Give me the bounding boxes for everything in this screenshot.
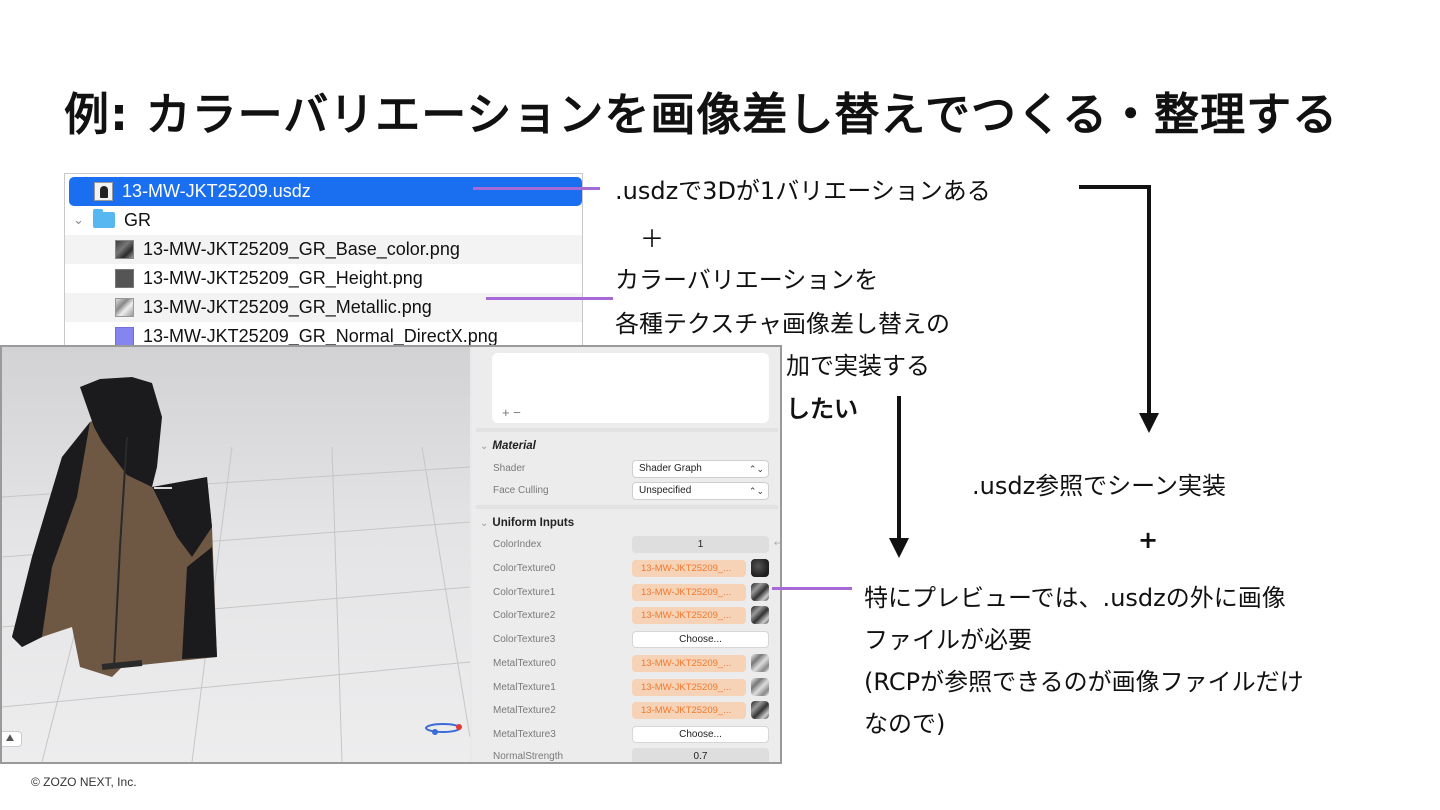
texture-label: ColorTexture3	[493, 634, 556, 645]
annotation-preview-4: なので)	[864, 710, 946, 738]
annotation-preview-2: ファイルが必要	[864, 626, 1032, 654]
file-list: 13-MW-JKT25209.usdz ⌄ GR 13-MW-JKT25209_…	[64, 173, 583, 353]
texture-label: MetalTexture2	[493, 705, 556, 716]
texture-thumbnail[interactable]	[751, 678, 769, 696]
texture-field[interactable]: 13-MW-JKT25209_...	[632, 679, 746, 696]
image-thumbnail-icon	[115, 239, 134, 259]
chevron-down-icon[interactable]: ⌄	[480, 518, 488, 529]
texture-field[interactable]: 13-MW-JKT25209_...	[632, 607, 746, 624]
texture-thumbnail[interactable]	[751, 583, 769, 601]
texture-label: MetalTexture1	[493, 682, 556, 693]
image-thumbnail-icon	[115, 326, 134, 346]
file-row[interactable]: 13-MW-JKT25209_GR_Base_color.png	[65, 235, 582, 264]
texture-thumbnail[interactable]	[751, 701, 769, 719]
annotation-line-b: 各種テクスチャ画像差し替えの	[615, 310, 951, 338]
texture-label: MetalTexture3	[493, 729, 556, 740]
material-title-text: Material	[492, 440, 536, 452]
texture-thumbnail[interactable]	[751, 559, 769, 577]
color-index-field[interactable]: 1	[632, 536, 769, 553]
folder-icon	[93, 209, 115, 229]
arrow-line	[1147, 185, 1151, 415]
chevron-down-icon[interactable]: ⌄	[480, 441, 488, 452]
uniform-inputs-section-title[interactable]: ⌄ Uniform Inputs	[480, 517, 574, 529]
normal-strength-field[interactable]: 0.7	[632, 748, 769, 762]
file-row[interactable]: 13-MW-JKT25209_GR_Height.png	[65, 264, 582, 293]
shader-label: Shader	[493, 463, 526, 474]
choose-button[interactable]: Choose...	[632, 726, 769, 743]
inspector-panel: + − ⌄ Material Shader Shader Graph ⌃⌄ Fac…	[472, 347, 780, 762]
section-divider	[476, 428, 778, 432]
color-index-label: ColorIndex	[493, 539, 542, 550]
material-section-title[interactable]: ⌄ Material	[480, 440, 536, 452]
choose-button[interactable]: Choose...	[632, 631, 769, 648]
section-divider	[476, 505, 778, 509]
rcp-window: ⛰ + − ⌄ Material Shader Shader Graph ⌃⌄ F…	[0, 345, 782, 764]
shader-value: Shader Graph	[639, 463, 702, 474]
folder-name: GR	[124, 209, 151, 230]
chevron-down-icon[interactable]: ⌄	[73, 212, 89, 228]
file-name: 13-MW-JKT25209_GR_Base_color.png	[143, 238, 460, 259]
slide-title: 例: カラーバリエーションを画像差し替えでつくる・整理する	[64, 88, 1339, 141]
annotation-scene: .usdz参照でシーン実装	[972, 472, 1226, 500]
normal-strength-label: NormalStrength	[493, 751, 564, 762]
texture-label: ColorTexture2	[493, 610, 556, 621]
texture-field[interactable]: 13-MW-JKT25209_...	[632, 655, 746, 672]
annotation-plus: +	[1138, 526, 1159, 554]
annotation-preview-1: 特にプレビューでは、.usdzの外に画像	[864, 584, 1286, 612]
usdz-file-icon	[94, 181, 113, 201]
annotation-line-a: カラーバリエーションを	[615, 266, 879, 294]
arrow-down-icon	[1139, 413, 1159, 433]
face-culling-value: Unspecified	[639, 485, 692, 496]
texture-thumbnail[interactable]	[751, 654, 769, 672]
arrow-down-icon	[889, 538, 909, 558]
image-thumbnail-icon	[115, 297, 134, 317]
texture-thumbnail[interactable]	[751, 606, 769, 624]
file-row-usdz[interactable]: 13-MW-JKT25209.usdz	[69, 177, 582, 206]
uniform-inputs-title-text: Uniform Inputs	[492, 517, 575, 529]
texture-label: ColorTexture1	[493, 587, 556, 598]
texture-field[interactable]: 13-MW-JKT25209_...	[632, 560, 746, 577]
arrow-line	[897, 396, 901, 540]
image-thumbnail-icon	[115, 268, 134, 288]
arrow-line	[1079, 185, 1151, 189]
connector-line	[772, 587, 852, 590]
texture-field[interactable]: 13-MW-JKT25209_...	[632, 702, 746, 719]
footer-copyright: © ZOZO NEXT, Inc.	[31, 775, 137, 789]
viewport-scene	[2, 377, 470, 762]
texture-field[interactable]: 13-MW-JKT25209_...	[632, 584, 746, 601]
annotation-preview-3: (RCPが参照できるのが画像ファイルだけ	[864, 668, 1304, 696]
face-culling-popup[interactable]: Unspecified ⌃⌄	[632, 482, 769, 500]
annotation-line-d: したい	[786, 395, 858, 423]
reset-arrow-icon[interactable]: ↩	[774, 538, 780, 549]
texture-label: MetalTexture0	[493, 658, 556, 669]
jacket-model	[12, 377, 217, 677]
3d-viewport[interactable]: ⛰	[2, 347, 470, 762]
file-name: 13-MW-JKT25209.usdz	[122, 180, 311, 201]
file-row-folder-gr[interactable]: ⌄ GR	[65, 206, 582, 235]
up-down-chevron-icon: ⌃⌄	[748, 486, 764, 496]
file-name: 13-MW-JKT25209_GR_Metallic.png	[143, 296, 432, 317]
annotation-usdz-variation: .usdzで3Dが1バリエーションある	[615, 177, 991, 205]
connector-line	[473, 187, 600, 190]
texture-label: ColorTexture0	[493, 563, 556, 574]
mountain-icon[interactable]: ⛰	[2, 731, 22, 747]
file-name: 13-MW-JKT25209_GR_Normal_DirectX.png	[143, 325, 498, 346]
annotation-line-c: 加で実装する	[786, 352, 930, 380]
shader-popup[interactable]: Shader Graph ⌃⌄	[632, 460, 769, 478]
connector-line	[486, 297, 613, 300]
up-down-chevron-icon: ⌃⌄	[748, 464, 764, 474]
add-remove-buttons[interactable]: + −	[502, 405, 521, 420]
file-name: 13-MW-JKT25209_GR_Height.png	[143, 267, 423, 288]
annotation-plus: ＋	[640, 225, 664, 253]
component-list-box	[492, 353, 769, 423]
face-culling-label: Face Culling	[493, 485, 549, 496]
